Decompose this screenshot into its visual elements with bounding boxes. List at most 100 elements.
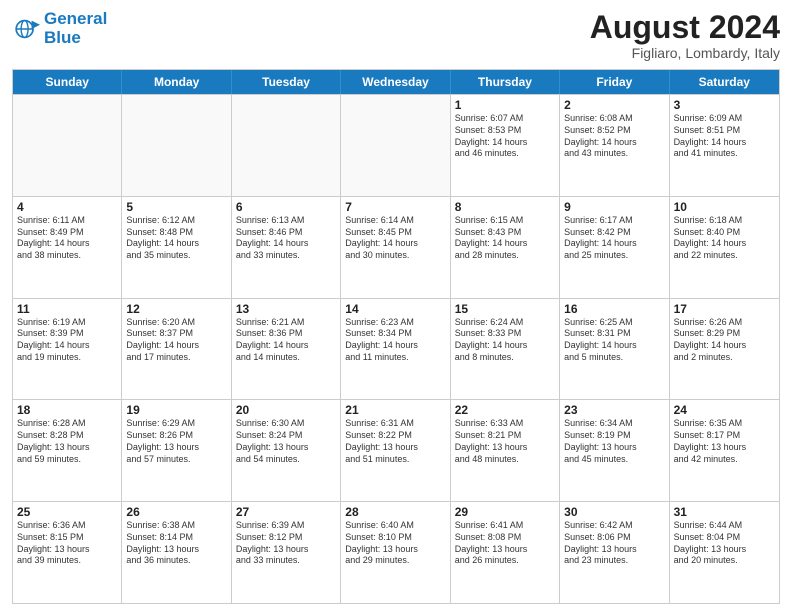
day-number: 29 [455, 505, 555, 519]
header-cell-thursday: Thursday [451, 70, 560, 94]
day-cell-9: 9Sunrise: 6:17 AM Sunset: 8:42 PM Daylig… [560, 197, 669, 298]
day-cell-18: 18Sunrise: 6:28 AM Sunset: 8:28 PM Dayli… [13, 400, 122, 501]
day-cell-24: 24Sunrise: 6:35 AM Sunset: 8:17 PM Dayli… [670, 400, 779, 501]
day-number: 18 [17, 403, 117, 417]
empty-cell-0-3 [341, 95, 450, 196]
day-cell-21: 21Sunrise: 6:31 AM Sunset: 8:22 PM Dayli… [341, 400, 450, 501]
day-number: 21 [345, 403, 445, 417]
page: General Blue August 2024 Figliaro, Lomba… [0, 0, 792, 612]
day-cell-11: 11Sunrise: 6:19 AM Sunset: 8:39 PM Dayli… [13, 299, 122, 400]
day-info: Sunrise: 6:39 AM Sunset: 8:12 PM Dayligh… [236, 520, 336, 567]
week-row-4: 25Sunrise: 6:36 AM Sunset: 8:15 PM Dayli… [13, 501, 779, 603]
day-info: Sunrise: 6:13 AM Sunset: 8:46 PM Dayligh… [236, 215, 336, 262]
day-number: 9 [564, 200, 664, 214]
day-cell-25: 25Sunrise: 6:36 AM Sunset: 8:15 PM Dayli… [13, 502, 122, 603]
day-number: 14 [345, 302, 445, 316]
day-info: Sunrise: 6:26 AM Sunset: 8:29 PM Dayligh… [674, 317, 775, 364]
day-info: Sunrise: 6:09 AM Sunset: 8:51 PM Dayligh… [674, 113, 775, 160]
day-number: 27 [236, 505, 336, 519]
day-number: 16 [564, 302, 664, 316]
day-number: 3 [674, 98, 775, 112]
day-cell-15: 15Sunrise: 6:24 AM Sunset: 8:33 PM Dayli… [451, 299, 560, 400]
week-row-3: 18Sunrise: 6:28 AM Sunset: 8:28 PM Dayli… [13, 399, 779, 501]
day-cell-4: 4Sunrise: 6:11 AM Sunset: 8:49 PM Daylig… [13, 197, 122, 298]
day-number: 31 [674, 505, 775, 519]
header-cell-saturday: Saturday [670, 70, 779, 94]
day-info: Sunrise: 6:35 AM Sunset: 8:17 PM Dayligh… [674, 418, 775, 465]
day-info: Sunrise: 6:14 AM Sunset: 8:45 PM Dayligh… [345, 215, 445, 262]
day-number: 11 [17, 302, 117, 316]
day-info: Sunrise: 6:12 AM Sunset: 8:48 PM Dayligh… [126, 215, 226, 262]
day-number: 1 [455, 98, 555, 112]
day-cell-2: 2Sunrise: 6:08 AM Sunset: 8:52 PM Daylig… [560, 95, 669, 196]
day-cell-5: 5Sunrise: 6:12 AM Sunset: 8:48 PM Daylig… [122, 197, 231, 298]
day-number: 13 [236, 302, 336, 316]
day-info: Sunrise: 6:36 AM Sunset: 8:15 PM Dayligh… [17, 520, 117, 567]
day-number: 19 [126, 403, 226, 417]
day-info: Sunrise: 6:33 AM Sunset: 8:21 PM Dayligh… [455, 418, 555, 465]
day-info: Sunrise: 6:15 AM Sunset: 8:43 PM Dayligh… [455, 215, 555, 262]
day-cell-28: 28Sunrise: 6:40 AM Sunset: 8:10 PM Dayli… [341, 502, 450, 603]
empty-cell-0-2 [232, 95, 341, 196]
location: Figliaro, Lombardy, Italy [590, 45, 780, 61]
day-info: Sunrise: 6:31 AM Sunset: 8:22 PM Dayligh… [345, 418, 445, 465]
week-row-2: 11Sunrise: 6:19 AM Sunset: 8:39 PM Dayli… [13, 298, 779, 400]
day-number: 12 [126, 302, 226, 316]
day-info: Sunrise: 6:34 AM Sunset: 8:19 PM Dayligh… [564, 418, 664, 465]
day-info: Sunrise: 6:19 AM Sunset: 8:39 PM Dayligh… [17, 317, 117, 364]
day-cell-31: 31Sunrise: 6:44 AM Sunset: 8:04 PM Dayli… [670, 502, 779, 603]
day-number: 15 [455, 302, 555, 316]
header-cell-monday: Monday [122, 70, 231, 94]
week-row-0: 1Sunrise: 6:07 AM Sunset: 8:53 PM Daylig… [13, 94, 779, 196]
day-info: Sunrise: 6:11 AM Sunset: 8:49 PM Dayligh… [17, 215, 117, 262]
day-number: 6 [236, 200, 336, 214]
day-number: 17 [674, 302, 775, 316]
day-cell-6: 6Sunrise: 6:13 AM Sunset: 8:46 PM Daylig… [232, 197, 341, 298]
day-cell-19: 19Sunrise: 6:29 AM Sunset: 8:26 PM Dayli… [122, 400, 231, 501]
day-number: 25 [17, 505, 117, 519]
day-info: Sunrise: 6:08 AM Sunset: 8:52 PM Dayligh… [564, 113, 664, 160]
logo: General Blue [12, 10, 107, 47]
day-info: Sunrise: 6:20 AM Sunset: 8:37 PM Dayligh… [126, 317, 226, 364]
week-row-1: 4Sunrise: 6:11 AM Sunset: 8:49 PM Daylig… [13, 196, 779, 298]
calendar: SundayMondayTuesdayWednesdayThursdayFrid… [12, 69, 780, 604]
day-number: 28 [345, 505, 445, 519]
calendar-body: 1Sunrise: 6:07 AM Sunset: 8:53 PM Daylig… [13, 94, 779, 603]
logo-icon [12, 15, 40, 43]
title-block: August 2024 Figliaro, Lombardy, Italy [590, 10, 780, 61]
day-number: 26 [126, 505, 226, 519]
day-cell-22: 22Sunrise: 6:33 AM Sunset: 8:21 PM Dayli… [451, 400, 560, 501]
day-info: Sunrise: 6:42 AM Sunset: 8:06 PM Dayligh… [564, 520, 664, 567]
day-cell-30: 30Sunrise: 6:42 AM Sunset: 8:06 PM Dayli… [560, 502, 669, 603]
day-cell-1: 1Sunrise: 6:07 AM Sunset: 8:53 PM Daylig… [451, 95, 560, 196]
day-cell-20: 20Sunrise: 6:30 AM Sunset: 8:24 PM Dayli… [232, 400, 341, 501]
day-info: Sunrise: 6:24 AM Sunset: 8:33 PM Dayligh… [455, 317, 555, 364]
day-info: Sunrise: 6:30 AM Sunset: 8:24 PM Dayligh… [236, 418, 336, 465]
header-cell-sunday: Sunday [13, 70, 122, 94]
day-number: 24 [674, 403, 775, 417]
day-cell-26: 26Sunrise: 6:38 AM Sunset: 8:14 PM Dayli… [122, 502, 231, 603]
header-cell-friday: Friday [560, 70, 669, 94]
day-number: 5 [126, 200, 226, 214]
day-cell-23: 23Sunrise: 6:34 AM Sunset: 8:19 PM Dayli… [560, 400, 669, 501]
day-cell-8: 8Sunrise: 6:15 AM Sunset: 8:43 PM Daylig… [451, 197, 560, 298]
header-cell-tuesday: Tuesday [232, 70, 341, 94]
day-cell-17: 17Sunrise: 6:26 AM Sunset: 8:29 PM Dayli… [670, 299, 779, 400]
day-cell-10: 10Sunrise: 6:18 AM Sunset: 8:40 PM Dayli… [670, 197, 779, 298]
day-number: 8 [455, 200, 555, 214]
day-number: 22 [455, 403, 555, 417]
header: General Blue August 2024 Figliaro, Lomba… [12, 10, 780, 61]
day-info: Sunrise: 6:44 AM Sunset: 8:04 PM Dayligh… [674, 520, 775, 567]
day-cell-27: 27Sunrise: 6:39 AM Sunset: 8:12 PM Dayli… [232, 502, 341, 603]
day-cell-29: 29Sunrise: 6:41 AM Sunset: 8:08 PM Dayli… [451, 502, 560, 603]
day-number: 10 [674, 200, 775, 214]
month-year: August 2024 [590, 10, 780, 45]
day-info: Sunrise: 6:29 AM Sunset: 8:26 PM Dayligh… [126, 418, 226, 465]
day-info: Sunrise: 6:40 AM Sunset: 8:10 PM Dayligh… [345, 520, 445, 567]
day-info: Sunrise: 6:28 AM Sunset: 8:28 PM Dayligh… [17, 418, 117, 465]
day-info: Sunrise: 6:21 AM Sunset: 8:36 PM Dayligh… [236, 317, 336, 364]
day-info: Sunrise: 6:41 AM Sunset: 8:08 PM Dayligh… [455, 520, 555, 567]
day-info: Sunrise: 6:18 AM Sunset: 8:40 PM Dayligh… [674, 215, 775, 262]
logo-text: General Blue [44, 10, 107, 47]
day-cell-14: 14Sunrise: 6:23 AM Sunset: 8:34 PM Dayli… [341, 299, 450, 400]
